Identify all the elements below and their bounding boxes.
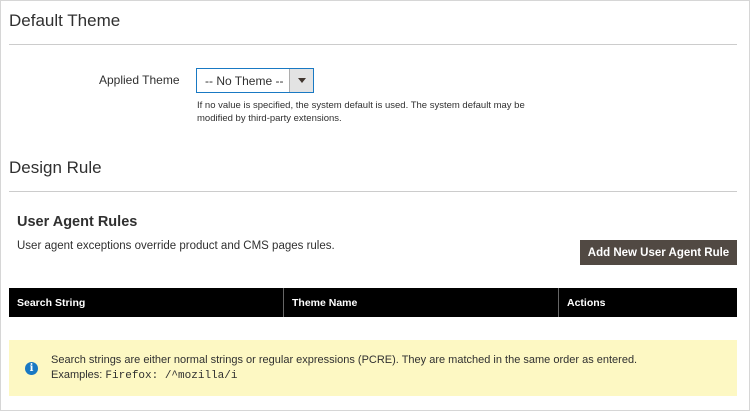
column-header-actions: Actions (567, 297, 606, 309)
info-message-line: Search strings are either normal strings… (51, 354, 638, 366)
user-agent-rules-table-header: Search String Theme Name Actions (9, 288, 737, 317)
applied-theme-note: If no value is specified, the system def… (197, 100, 525, 124)
info-message-text: Search strings are either normal strings… (51, 353, 637, 384)
info-icon: i (25, 362, 38, 375)
info-message-prefix: Examples: (51, 369, 106, 381)
applied-theme-select[interactable]: -- No Theme -- (196, 68, 314, 93)
add-user-agent-rule-button[interactable]: Add New User Agent Rule (580, 240, 737, 265)
default-theme-title: Default Theme (9, 11, 121, 30)
applied-theme-label: Applied Theme (99, 73, 180, 87)
user-agent-rules-description: User agent exceptions override product a… (17, 240, 335, 252)
info-message-example: Examples: Firefox: /^mozilla/i (51, 368, 637, 384)
info-message-code: Firefox: /^mozilla/i (105, 370, 238, 382)
applied-theme-value: -- No Theme -- (205, 74, 284, 88)
divider (9, 44, 737, 45)
user-agent-rules-title: User Agent Rules (17, 214, 138, 230)
info-message: i Search strings are either normal strin… (9, 340, 737, 396)
design-rule-title: Design Rule (9, 158, 102, 177)
column-header-search-string: Search String (9, 288, 284, 317)
column-header-theme-name: Theme Name (284, 288, 559, 317)
chevron-down-icon[interactable] (289, 69, 313, 92)
divider (9, 191, 737, 192)
